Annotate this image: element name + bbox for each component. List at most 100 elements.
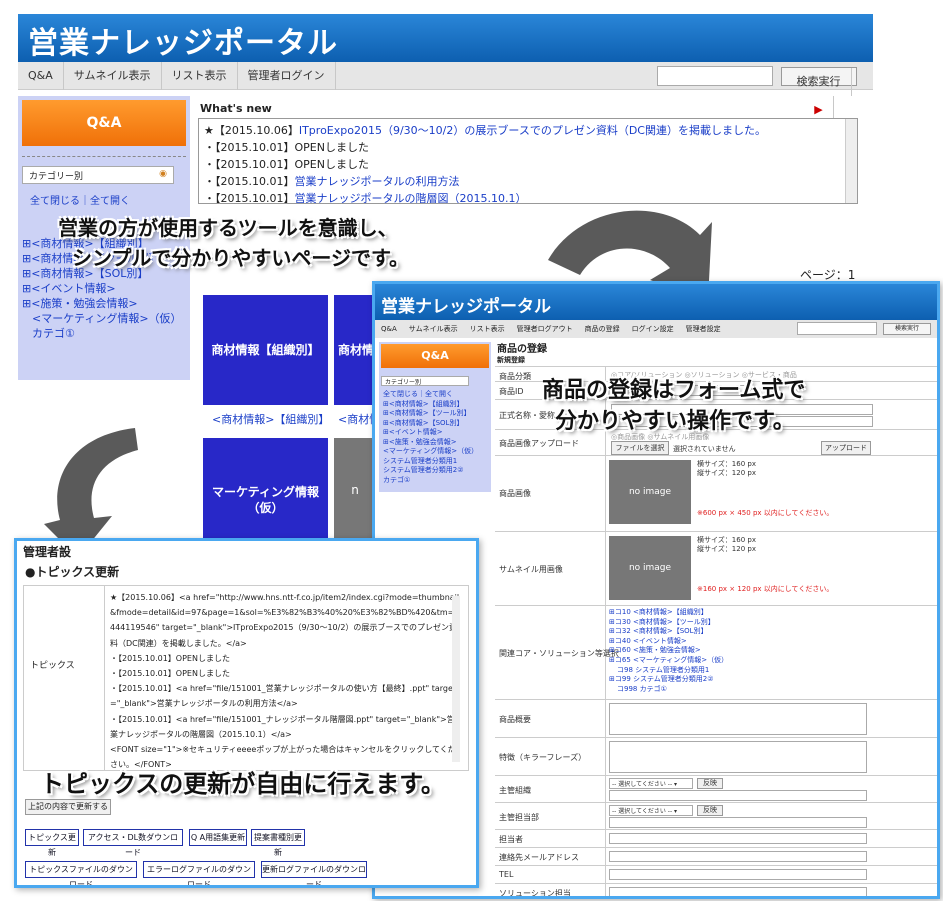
news-date: ・【2015.10.01】 [204,175,295,188]
thumb-image-placeholder: no image [609,536,691,600]
tree-item[interactable]: カテゴ① [22,326,182,341]
tel-input[interactable] [609,869,867,880]
tree-item[interactable]: ⊞<施策・勉強会情報> [22,296,182,311]
main-org-apply-button[interactable]: 反映 [697,778,723,789]
tree-item[interactable]: <マーケティング情報>（仮） [22,311,182,326]
btn-update-log-download[interactable]: 更新ログファイルのダウンロード [261,861,367,885]
row-features: 特徴（キラーフレーズ） [495,738,937,776]
related-item[interactable]: コ98 システム管理者分類用1 [609,666,728,676]
nav-admin-login[interactable]: 管理者ログイン [238,62,336,90]
side-link[interactable]: カテゴ① [383,476,478,486]
related-item[interactable]: ⊞コ10 <商材情報>【組織別】 [609,608,728,618]
qa-button[interactable]: Q&A [381,344,489,368]
side-link[interactable]: ⊞<イベント情報> [383,428,478,438]
register-side-links: 全て閉じる｜全て開く ⊞<商材情報>【組織別】 ⊞<商材情報>【ツール別】 ⊞<… [383,390,478,485]
side-link[interactable]: システム管理者分類用1 [383,457,478,467]
tile-marketing[interactable]: マーケティング情報 （仮） [203,438,328,542]
main-org-input[interactable] [609,790,867,801]
admin-section-heading: ●トピックス更新 [25,565,120,579]
nav-admin-settings[interactable]: 管理者設定 [680,325,727,333]
chevron-down-icon: ◉ [159,169,167,179]
nav-qa[interactable]: Q&A [375,325,403,333]
btn-qa-glossary-update[interactable]: Q A用語集更新 [189,829,247,846]
news-link[interactable]: 営業ナレッジポータルの階層図（2015.10.1） [294,192,526,203]
news-text: OPENしました [294,158,369,171]
side-link[interactable]: ⊞<商材情報>【ツール別】 [383,409,478,419]
nav-thumbnail[interactable]: サムネイル表示 [64,62,162,90]
topics-label: トピックス [30,661,75,671]
news-link[interactable]: 営業ナレッジポータルの利用方法 [294,175,459,188]
nav-list[interactable]: リスト表示 [162,62,238,90]
main-dept-select[interactable]: -- 選択してください -- ▾ [609,805,693,816]
nav-list[interactable]: リスト表示 [464,325,511,333]
register-nav: Q&A サムネイル表示 リスト表示 管理者ログアウト 商品の登録 ログイン設定 管理者設定 … [375,320,937,338]
tile-org[interactable]: 商材情報【組織別】 [203,295,328,405]
nav-login-settings[interactable]: ログイン設定 [626,325,680,333]
related-item[interactable]: ⊞コ30 <商材情報>【ツール別】 [609,618,728,628]
news-text: OPENしました [294,141,369,154]
search-button[interactable]: 検索実行 ▶ [781,67,857,124]
thumb-image-note: ※160 px × 120 px 以内にしてください。 [697,585,834,593]
tile-noimage[interactable]: n [334,438,376,542]
side-link[interactable]: <マーケティング情報>（仮） [383,447,478,457]
related-item[interactable]: コ998 カテゴ① [609,685,728,695]
news-scrollbar[interactable] [845,119,857,203]
choose-file-button[interactable]: ファイルを選択 [611,441,669,455]
search-input[interactable] [797,322,877,335]
nav-admin-logout[interactable]: 管理者ログアウト [511,325,579,333]
main-org-select[interactable]: -- 選択してください -- ▾ [609,778,693,789]
register-header: 営業ナレッジポータル [375,284,937,320]
update-topics-button[interactable]: 上記の内容で更新する [25,799,111,815]
side-link[interactable]: 全て閉じる｜全て開く [383,390,478,400]
category-select[interactable]: カテゴリー別 ◉ [22,166,174,184]
related-tree: ⊞コ10 <商材情報>【組織別】 ⊞コ30 <商材情報>【ツール別】 ⊞コ32 … [609,608,728,694]
side-link[interactable]: システム管理者分類用2② [383,466,478,476]
news-link[interactable]: ITproExpo2015（9/30〜10/2）の展示ブースでのプレゼン資料（D… [299,124,766,137]
related-item[interactable]: ⊞コ40 <イベント情報> [609,637,728,647]
product-image-note: ※600 px × 450 px 以内にしてください。 [697,509,834,517]
tile-tool[interactable]: 商材情 [334,295,376,405]
topics-scrollbar[interactable] [452,596,460,762]
sol-person-input[interactable] [609,887,867,896]
btn-proposal-type-update[interactable]: 提案書種別更新 [251,829,305,857]
upload-button[interactable]: アップロード [821,441,871,455]
side-link[interactable]: ⊞<商材情報>【SOL別】 [383,419,478,429]
expand-collapse-links[interactable]: 全て閉じる｜全て開く [30,192,130,207]
nav-register[interactable]: 商品の登録 [579,325,626,333]
label-name: 正式名称・愛称 [499,411,555,420]
category-select[interactable]: カテゴリー別 [381,376,469,386]
main-dept-apply-button[interactable]: 反映 [697,805,723,816]
tile-org-link[interactable]: <商材情報>【組織別】 [212,411,329,427]
portal-header: 営業ナレッジポータル [18,14,873,62]
row-product-image: 商品画像 no image 横サイズ：160 px 縦サイズ：120 px ※600 … [495,456,937,532]
nav-thumbnail[interactable]: サムネイル表示 [403,325,464,333]
search-button[interactable]: 検索実行 [883,323,931,335]
news-item: ・【2015.10.01】営業ナレッジポータルの階層図（2015.10.1） [204,190,852,203]
related-item[interactable]: ⊞コ65 <マーケティング情報>（仮） [609,656,728,666]
btn-topics-file-download[interactable]: トピックスファイルのダウンロード [25,861,137,885]
caption-form-line2: 分かりやすい操作です。 [555,409,795,434]
summary-textarea[interactable] [609,703,867,735]
qa-button[interactable]: Q&A [22,100,186,146]
topics-textarea[interactable]: ★【2015.10.06】<a href="http://www.hns.ntt… [110,590,460,768]
btn-access-download[interactable]: アクセス・DL数ダウンロード [83,829,183,857]
related-item[interactable]: ⊞コ99 システム管理者分類用2② [609,675,728,685]
caption-form-line1: 商品の登録はフォーム式で [542,378,806,403]
tree-item[interactable]: ⊞<イベント情報> [22,281,182,296]
side-link[interactable]: ⊞<商材情報>【組織別】 [383,400,478,410]
category-select-value: カテゴリー別 [29,172,84,182]
label-email: 連絡先メールアドレス [499,853,579,862]
related-item[interactable]: ⊞コ60 <施策・勉強会情報> [609,646,728,656]
related-item[interactable]: ⊞コ32 <商材情報>【SOL別】 [609,627,728,637]
search-input[interactable] [657,66,773,86]
email-input[interactable] [609,851,867,862]
btn-error-log-download[interactable]: エラーログファイルのダウンロード [143,861,255,885]
caption-simple-line2: シンプルで分かりやすいページです。 [72,246,409,270]
btn-topics-update[interactable]: トピックス更新 [25,829,79,857]
side-link[interactable]: ⊞<施策・勉強会情報> [383,438,478,448]
features-textarea[interactable] [609,741,867,773]
row-thumb-image: サムネイル用画像 no image 横サイズ：160 px 縦サイズ：120 px ※… [495,532,937,606]
nav-qa[interactable]: Q&A [18,62,64,90]
main-dept-input[interactable] [609,817,867,828]
person-input[interactable] [609,833,867,844]
